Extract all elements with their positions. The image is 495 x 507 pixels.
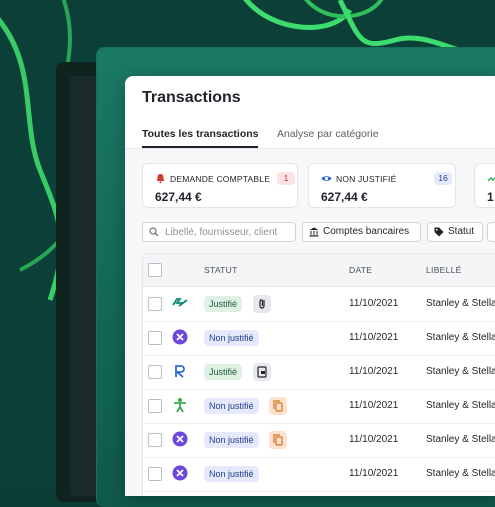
green-figure-logo (174, 398, 186, 413)
active-tab-indicator (142, 146, 258, 148)
table-row[interactable]: Non justifié 11/10/2021 Stanley & Stella (143, 389, 495, 424)
more-filter-button[interactable] (487, 222, 495, 242)
bank-accounts-filter-label: Comptes bancaires (323, 226, 410, 237)
table-row[interactable]: Justifié 11/10/2021 Stanley & Stella (143, 355, 495, 390)
status-filter-label: Statut (448, 226, 475, 237)
status-badge: Justifié (204, 296, 243, 312)
status-badge: Non justifié (204, 398, 259, 414)
column-header-date: DATE (349, 265, 373, 275)
page-title: Transactions (142, 89, 241, 106)
table-row[interactable]: Non justifié 11/10/2021 Stanley & Stella (143, 321, 495, 356)
receipt-icon[interactable] (253, 363, 271, 381)
table-row[interactable]: Justifié 11/10/2021 Stanley & Stella (143, 287, 495, 322)
bank-accounts-filter-button[interactable]: Comptes bancaires (302, 222, 421, 242)
row-label: Stanley & Stella (426, 298, 495, 309)
row-label: Stanley & Stella (426, 400, 495, 411)
kpi-value: 627,44 € (321, 190, 368, 204)
column-header-status: STATUT (204, 265, 238, 275)
transactions-table: STATUT DATE LIBELLÉ Justifié 11/10/2021 … (142, 253, 495, 496)
table-row[interactable]: Non justifié 11/10/2021 Stanley & Stella (143, 457, 495, 492)
status-badge: Non justifié (204, 466, 259, 482)
status-badge: Non justifié (204, 432, 259, 448)
row-date: 11/10/2021 (349, 400, 399, 411)
kpi-label: NON JUSTIFIÉ (336, 174, 397, 184)
search-input[interactable]: Libellé, fournisseur, client (142, 222, 296, 242)
revolut-r-logo (174, 365, 185, 378)
tag-icon (434, 227, 444, 237)
status-badge: Non justifié (204, 330, 259, 346)
tab-category-analysis[interactable]: Analyse par catégorie (277, 128, 379, 140)
purple-cross-logo (172, 465, 188, 481)
row-label: Stanley & Stella (426, 332, 495, 343)
alarm-bell-icon (155, 173, 166, 184)
row-label: Stanley & Stella (426, 434, 495, 445)
trend-icon (487, 173, 495, 184)
row-date: 11/10/2021 (349, 366, 399, 377)
search-icon (149, 227, 159, 237)
row-checkbox[interactable] (148, 467, 162, 481)
row-checkbox[interactable] (148, 365, 162, 379)
eye-icon (321, 173, 332, 184)
row-date: 11/10/2021 (349, 468, 399, 479)
kpi-value: 627,44 € (155, 190, 202, 204)
status-badge: Justifié (204, 364, 243, 380)
tab-bar: Toutes les transactions Analyse par caté… (125, 118, 495, 149)
search-placeholder: Libellé, fournisseur, client (165, 227, 278, 238)
tab-all-transactions[interactable]: Toutes les transactions (142, 128, 259, 140)
row-checkbox[interactable] (148, 433, 162, 447)
purple-cross-logo (172, 431, 188, 447)
purple-cross-logo (172, 329, 188, 345)
row-date: 11/10/2021 (349, 434, 399, 445)
transactions-window: Transactions Toutes les transactions Ana… (125, 76, 495, 496)
paperclip-icon[interactable] (253, 295, 271, 313)
row-checkbox[interactable] (148, 331, 162, 345)
kpi-count-badge: 1 (277, 172, 295, 185)
status-filter-button[interactable]: Statut (427, 222, 483, 242)
copy-icon[interactable] (269, 431, 287, 449)
column-header-label: LIBELLÉ (426, 265, 462, 275)
table-row[interactable]: Non justifié 11/10/2021 Stanley & Stella (143, 423, 495, 458)
bank-icon (309, 227, 319, 237)
kpi-card-accounting-request[interactable]: DEMANDE COMPTABLE 1 627,44 € (142, 163, 298, 208)
row-label: Stanley & Stella (426, 366, 495, 377)
credit-agricole-logo (172, 298, 188, 307)
kpi-count-badge: 16 (434, 172, 452, 185)
kpi-value: 1 (487, 190, 494, 204)
row-checkbox[interactable] (148, 297, 162, 311)
row-date: 11/10/2021 (349, 298, 399, 309)
row-date: 11/10/2021 (349, 332, 399, 343)
select-all-checkbox[interactable] (148, 263, 162, 277)
kpi-card-partial[interactable]: 1 (474, 163, 495, 208)
row-checkbox[interactable] (148, 399, 162, 413)
kpi-label: DEMANDE COMPTABLE (170, 174, 271, 184)
kpi-card-unjustified[interactable]: NON JUSTIFIÉ 16 627,44 € (308, 163, 456, 208)
copy-icon[interactable] (269, 397, 287, 415)
table-header: STATUT DATE LIBELLÉ (143, 254, 495, 287)
row-label: Stanley & Stella (426, 468, 495, 479)
